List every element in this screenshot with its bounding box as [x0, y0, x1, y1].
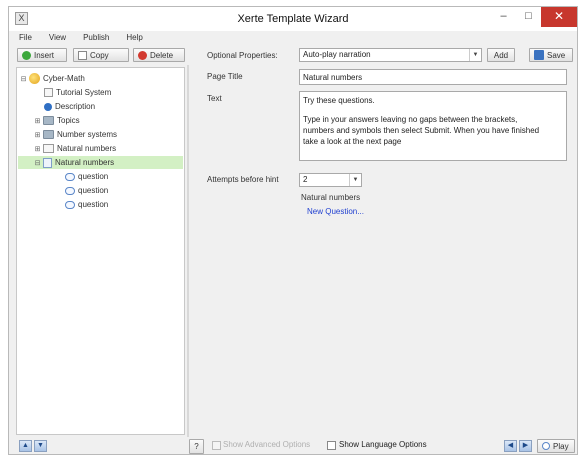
tree-item-label: Natural numbers: [57, 144, 117, 153]
page-icon: [43, 144, 54, 153]
page-title-label: Page Title: [207, 72, 243, 81]
copy-icon: [78, 50, 87, 60]
delete-label: Delete: [150, 50, 174, 60]
save-label: Save: [547, 50, 566, 60]
app-window: X Xerte Template Wizard – □ ✕ File View …: [8, 6, 578, 455]
tree-item-label: Description: [55, 102, 96, 111]
help-icon: ?: [194, 442, 199, 451]
play-button[interactable]: Play: [537, 439, 575, 453]
play-icon: [542, 442, 550, 450]
tree-item-label: question: [78, 186, 109, 195]
text-label: Text: [207, 94, 222, 103]
show-advanced-checkbox: [212, 441, 221, 450]
tree-item-label: Number systems: [57, 130, 118, 139]
text-line: Try these questions.: [303, 96, 375, 105]
bottom-bar: ▲ ▼ ? Show Advanced Options Show Languag…: [9, 437, 577, 455]
attempts-label: Attempts before hint: [207, 175, 279, 184]
tree-item-natural-numbers-selected[interactable]: ⊟ Natural numbers: [18, 156, 183, 169]
tree-item-number-systems[interactable]: ⊞ Number systems: [34, 128, 117, 141]
new-question-link[interactable]: New Question...: [307, 207, 364, 216]
collapse-icon[interactable]: ⊟: [20, 75, 27, 83]
expand-icon[interactable]: ⊞: [34, 145, 41, 153]
move-down-button[interactable]: ▼: [34, 440, 47, 452]
close-button[interactable]: ✕: [541, 7, 577, 27]
question-group-label: Natural numbers: [301, 193, 361, 202]
help-button[interactable]: ?: [189, 439, 204, 454]
speech-bubble-icon: [65, 200, 75, 209]
tree-item-label: Topics: [57, 116, 80, 125]
collapse-icon[interactable]: ⊟: [34, 159, 41, 167]
tree-item-topics[interactable]: ⊞ Topics: [34, 114, 80, 127]
speech-bubble-icon: [65, 172, 75, 181]
tree-root[interactable]: ⊟ Cyber-Math: [20, 72, 85, 85]
tree-item-label: Natural numbers: [55, 158, 115, 167]
minimize-button[interactable]: –: [491, 7, 516, 27]
optional-properties-label: Optional Properties:: [207, 51, 278, 60]
panel-divider[interactable]: [187, 65, 189, 437]
tree-item-label: Tutorial System: [56, 88, 112, 97]
move-up-button[interactable]: ▲: [19, 440, 32, 452]
title-bar: X Xerte Template Wizard – □ ✕: [9, 7, 577, 31]
tree-item-question[interactable]: question: [65, 184, 108, 197]
text-line: Type in your answers leaving no gaps bet…: [303, 115, 518, 124]
tree-item-question[interactable]: question: [65, 170, 108, 183]
maximize-button[interactable]: □: [516, 7, 541, 27]
insert-label: Insert: [34, 50, 55, 60]
text-line: take a look at the next page: [303, 137, 402, 146]
delete-icon: [138, 50, 147, 60]
tree-item-description[interactable]: Description: [44, 100, 95, 113]
page-icon: [44, 88, 53, 97]
folder-icon: [43, 116, 54, 125]
delete-button[interactable]: Delete: [133, 48, 185, 62]
insert-icon: [22, 50, 31, 60]
tree-item-question[interactable]: question: [65, 198, 108, 211]
copy-button[interactable]: Copy: [73, 48, 129, 62]
optional-properties-value: Auto-play narration: [303, 50, 371, 59]
optional-properties-select[interactable]: Auto-play narration ▼: [299, 48, 482, 62]
play-label: Play: [553, 441, 569, 451]
attempts-value: 2: [303, 175, 308, 184]
attempts-select[interactable]: 2 ▼: [299, 173, 362, 187]
speech-bubble-icon: [65, 186, 75, 195]
folder-icon: [43, 130, 54, 139]
save-disk-icon: [534, 50, 544, 60]
chevron-down-icon: ▼: [469, 49, 481, 61]
document-icon: [43, 157, 52, 168]
page-tree-panel: ⊟ Cyber-Math Tutorial System Description…: [16, 67, 185, 435]
insert-button[interactable]: Insert: [17, 48, 67, 62]
add-label: Add: [493, 50, 509, 60]
tree-root-label: Cyber-Math: [43, 74, 85, 83]
text-editor[interactable]: Try these questions. Type in your answer…: [299, 91, 567, 161]
expand-icon[interactable]: ⊞: [34, 131, 41, 139]
info-icon: [44, 102, 52, 111]
window-controls: – □ ✕: [491, 7, 577, 27]
menu-publish[interactable]: Publish: [83, 31, 109, 44]
previous-page-button[interactable]: ◀: [504, 440, 517, 452]
add-property-button[interactable]: Add: [487, 48, 515, 62]
page-title-input[interactable]: Natural numbers: [299, 69, 567, 85]
tree-item-natural-numbers[interactable]: ⊞ Natural numbers: [34, 142, 116, 155]
show-advanced-label: Show Advanced Options: [223, 440, 311, 449]
project-icon: [29, 73, 40, 84]
expand-icon[interactable]: ⊞: [34, 117, 41, 125]
chevron-down-icon: ▼: [349, 174, 361, 186]
next-page-button[interactable]: ▶: [519, 440, 532, 452]
show-language-checkbox[interactable]: [327, 441, 336, 450]
text-line: numbers and symbols then select Submit. …: [303, 126, 540, 135]
menu-view[interactable]: View: [49, 31, 66, 44]
copy-label: Copy: [90, 50, 109, 60]
toolbar: Insert Copy Delete Optional Properties: …: [9, 45, 577, 65]
save-button[interactable]: Save: [529, 48, 573, 62]
menu-bar: File View Publish Help: [9, 31, 577, 44]
menu-help[interactable]: Help: [126, 31, 142, 44]
menu-file[interactable]: File: [19, 31, 32, 44]
tree-item-label: question: [78, 172, 109, 181]
tree-item-tutorial-system[interactable]: Tutorial System: [44, 86, 111, 99]
show-language-label: Show Language Options: [339, 440, 427, 449]
tree-item-label: question: [78, 200, 109, 209]
